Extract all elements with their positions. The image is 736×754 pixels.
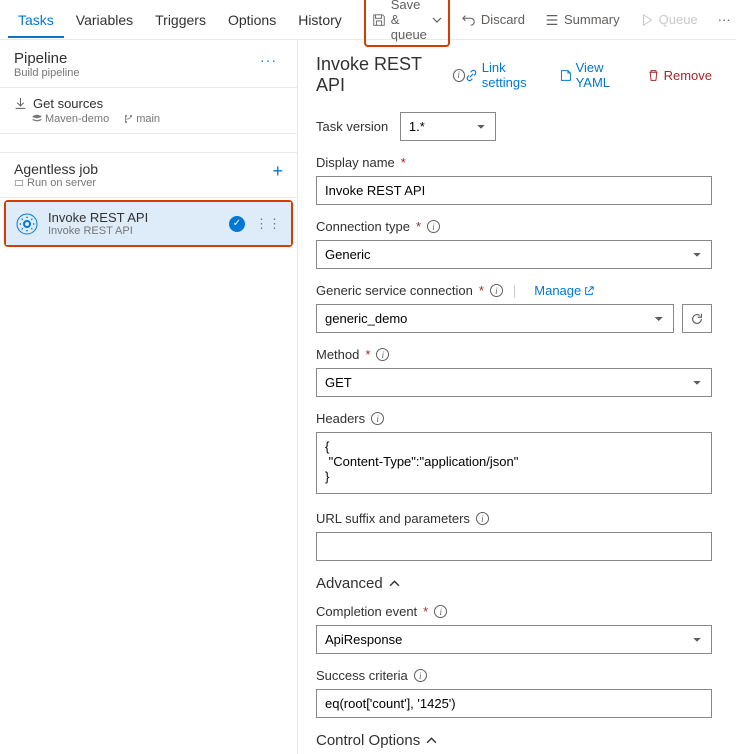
summary-button[interactable]: Summary [537, 7, 628, 32]
tab-history[interactable]: History [288, 2, 352, 38]
info-icon[interactable]: i [376, 348, 389, 361]
chevron-up-icon [426, 735, 437, 746]
discard-button[interactable]: Discard [454, 7, 533, 32]
server-icon [14, 178, 24, 188]
trash-icon [647, 69, 660, 82]
undo-icon [462, 13, 476, 27]
separator: | [513, 283, 516, 298]
info-icon[interactable]: i [414, 669, 427, 682]
pipeline-header[interactable]: Pipeline Build pipeline ··· [0, 40, 297, 87]
gear-icon [14, 211, 40, 237]
remove-button[interactable]: Remove [647, 60, 712, 90]
branch-icon [123, 114, 133, 124]
branch-name: main [136, 113, 160, 125]
display-name-input[interactable] [316, 176, 712, 205]
yaml-icon [559, 69, 572, 82]
nav-tabs: Tasks Variables Triggers Options History [8, 2, 352, 38]
connection-type-select[interactable]: Generic [316, 240, 712, 269]
right-panel: Invoke REST API i Link settings View YAM… [298, 40, 736, 754]
more-button[interactable]: ··· [710, 7, 736, 32]
completion-event-select[interactable]: ApiResponse [316, 625, 712, 654]
get-sources-item[interactable]: Get sources Maven-demo main [0, 87, 297, 134]
task-subtitle: Invoke REST API [48, 225, 221, 237]
control-options-section-toggle[interactable]: Control Options [316, 732, 712, 749]
chevron-up-icon [389, 578, 400, 589]
info-icon[interactable]: i [427, 220, 440, 233]
external-link-icon [584, 286, 594, 296]
advanced-section-toggle[interactable]: Advanced [316, 575, 712, 592]
headers-label: Headers [316, 411, 365, 426]
repo-name: Maven-demo [45, 113, 109, 125]
download-icon [14, 97, 27, 110]
advanced-label: Advanced [316, 575, 383, 592]
play-icon [640, 13, 654, 27]
save-icon [372, 13, 386, 27]
completion-event-label: Completion event [316, 604, 417, 619]
top-bar: Tasks Variables Triggers Options History… [0, 0, 736, 40]
view-yaml-label: View YAML [576, 60, 633, 90]
panel-title: Invoke REST API [316, 54, 445, 96]
service-connection-select[interactable]: generic_demo [316, 304, 674, 333]
info-icon[interactable]: i [371, 412, 384, 425]
agentless-job-item[interactable]: Agentless job Run on server + [0, 152, 297, 198]
chevron-down-icon [432, 15, 442, 25]
save-queue-label: Save & queue [391, 0, 427, 42]
link-settings-label: Link settings [482, 60, 545, 90]
tab-triggers[interactable]: Triggers [145, 2, 216, 38]
display-name-label: Display name [316, 155, 395, 170]
refresh-icon [690, 312, 704, 326]
url-suffix-input[interactable] [316, 532, 712, 561]
task-item-invoke-rest[interactable]: Invoke REST API Invoke REST API ✓ ⋮⋮ [6, 202, 291, 245]
discard-label: Discard [481, 12, 525, 27]
method-select[interactable]: GET [316, 368, 712, 397]
info-icon[interactable]: i [434, 605, 447, 618]
agentless-subtitle: Run on server [27, 177, 96, 189]
summary-label: Summary [564, 12, 620, 27]
check-icon: ✓ [229, 216, 245, 232]
list-icon [545, 13, 559, 27]
info-icon[interactable]: i [490, 284, 503, 297]
repo-icon [32, 114, 42, 124]
view-yaml-button[interactable]: View YAML [559, 60, 633, 90]
link-icon [465, 69, 478, 82]
success-criteria-label: Success criteria [316, 668, 408, 683]
url-suffix-label: URL suffix and parameters [316, 511, 470, 526]
remove-label: Remove [664, 68, 712, 83]
control-options-label: Control Options [316, 732, 420, 749]
refresh-button[interactable] [682, 304, 712, 333]
tab-variables[interactable]: Variables [66, 2, 143, 38]
task-version-label: Task version [316, 119, 388, 134]
pipeline-title: Pipeline [14, 50, 79, 67]
get-sources-label: Get sources [33, 96, 103, 111]
service-connection-label: Generic service connection [316, 283, 473, 298]
pipeline-subtitle: Build pipeline [14, 67, 79, 79]
success-criteria-input[interactable] [316, 689, 712, 718]
link-settings-button[interactable]: Link settings [465, 60, 545, 90]
task-item-highlight: Invoke REST API Invoke REST API ✓ ⋮⋮ [4, 200, 293, 247]
manage-link[interactable]: Manage [534, 283, 594, 298]
pipeline-more-button[interactable]: ··· [254, 50, 283, 70]
left-panel: Pipeline Build pipeline ··· Get sources … [0, 40, 298, 754]
method-label: Method [316, 347, 359, 362]
add-task-button[interactable]: + [272, 161, 283, 182]
agentless-title: Agentless job [14, 161, 98, 177]
drag-handle[interactable]: ⋮⋮ [253, 216, 283, 232]
required-marker: * [423, 604, 428, 619]
task-title: Invoke REST API [48, 210, 221, 225]
required-marker: * [401, 155, 406, 170]
required-marker: * [479, 283, 484, 298]
tab-tasks[interactable]: Tasks [8, 2, 64, 38]
required-marker: * [416, 219, 421, 234]
task-version-select[interactable]: 1.* [400, 112, 496, 141]
connection-type-label: Connection type [316, 219, 410, 234]
info-icon[interactable]: i [453, 69, 465, 82]
queue-button[interactable]: Queue [632, 7, 706, 32]
tab-options[interactable]: Options [218, 2, 286, 38]
headers-textarea[interactable]: { "Content-Type":"application/json" } [316, 432, 712, 494]
info-icon[interactable]: i [476, 512, 489, 525]
required-marker: * [365, 347, 370, 362]
queue-label: Queue [659, 12, 698, 27]
